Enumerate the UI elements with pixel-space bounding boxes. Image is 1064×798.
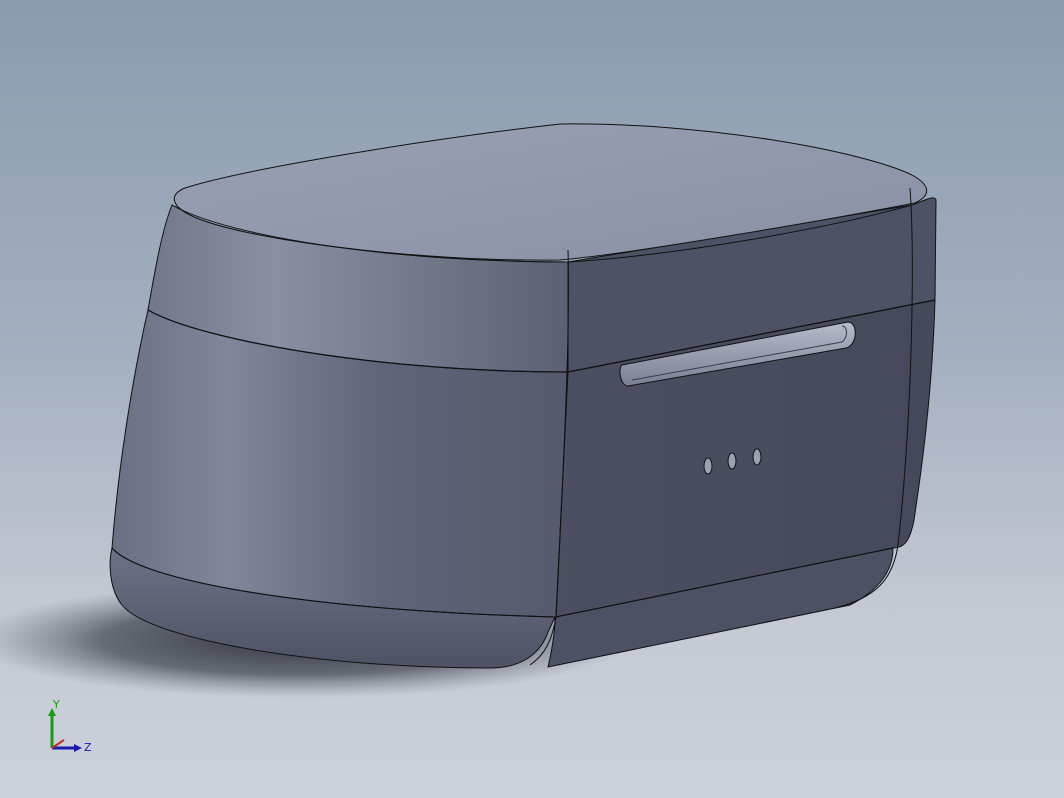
contact-pin-3	[752, 448, 762, 466]
model-view[interactable]	[0, 0, 1064, 798]
triad-z-label: Z	[84, 741, 92, 754]
triad-z-arrow-icon	[74, 744, 82, 752]
contact-pin-2	[727, 452, 737, 470]
contact-pin-1	[703, 457, 713, 475]
triad-y-label: Y	[52, 698, 60, 711]
coordinate-triad[interactable]: Y Z	[38, 696, 108, 766]
cad-viewport[interactable]: Y Z	[0, 0, 1064, 798]
